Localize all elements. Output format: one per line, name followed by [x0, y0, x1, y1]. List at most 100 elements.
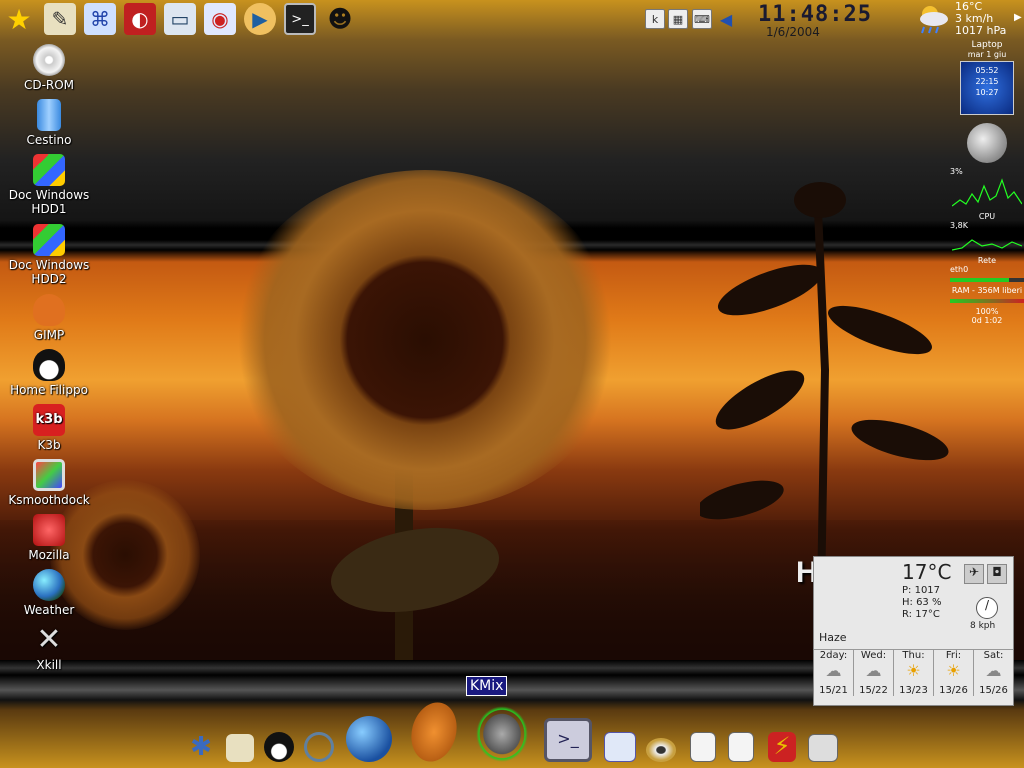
desktop-icon-xkill[interactable]: ✕ Xkill [0, 622, 98, 673]
cpu-graph [951, 178, 1023, 207]
forecast-day: 2day: ☁ 15/21 [814, 650, 854, 696]
desktop-icon-label: Mozilla [28, 548, 70, 562]
sunflower [230, 170, 620, 510]
wx-pressure: P: 1017 [902, 585, 941, 596]
document-icon[interactable] [728, 732, 754, 762]
camera-icon[interactable]: ◘ [987, 564, 1007, 584]
printer-icon[interactable] [808, 734, 838, 762]
bottom-dock: ✱ >_ ⚡ [180, 697, 840, 768]
user-tools-icon[interactable]: ✎ [44, 3, 76, 35]
desktop-icon-weather[interactable]: Weather [0, 569, 98, 617]
tux-alien-icon[interactable]: ☻ [324, 3, 356, 35]
desktop-icon-trash[interactable]: Cestino [0, 99, 98, 147]
kde-gear-icon[interactable]: ✱ [186, 732, 216, 762]
forecast-day-label: Fri: [945, 650, 962, 661]
clock[interactable]: 11:48:25 [758, 2, 872, 27]
desktop-icon-label: Ksmoothdock [8, 493, 90, 507]
battery-bar [950, 299, 1024, 303]
weather-readout: 16°C 3 km/h 1017 hPa [955, 1, 1006, 37]
wx-wind: 8 kph [970, 621, 996, 631]
calendar-icon[interactable]: ▦ [668, 9, 688, 29]
desktop-icon-label: K3b [37, 438, 61, 452]
desktop-icon-cdrom[interactable]: CD-ROM [0, 44, 98, 92]
sun-cloud-icon: ☀ [906, 661, 921, 680]
moon-icon[interactable] [967, 123, 1007, 163]
wx-humidity: H: 63 % [902, 597, 942, 608]
tux-home-icon [33, 349, 65, 381]
cpu-label: CPU [978, 212, 996, 221]
speaker-icon[interactable]: ◀ [716, 9, 736, 29]
gimp-icon [33, 294, 65, 326]
network-icon[interactable]: ⌘ [84, 3, 116, 35]
calendar-globe-icon[interactable] [604, 732, 636, 762]
system-monitor-sidebar: Laptop mar 1 giu 05:52 22:15 10:27 3% CP… [950, 40, 1024, 360]
desktop-icon-ksmoothdock[interactable]: Ksmoothdock [0, 459, 98, 507]
search-icon[interactable] [304, 732, 334, 762]
forecast-range: 15/21 [819, 685, 848, 696]
battery-pct: 100% [975, 307, 999, 316]
network-globe-icon[interactable] [346, 716, 392, 762]
forecast-range: 15/22 [859, 685, 888, 696]
forecast-day-label: 2day: [819, 650, 848, 661]
mozilla-icon[interactable]: ◐ [124, 3, 156, 35]
forecast-day-label: Sat: [983, 650, 1004, 661]
chart-icon[interactable] [690, 732, 716, 762]
plane-icon[interactable]: ✈ [964, 564, 984, 584]
monitor-terminal-icon[interactable]: >_ [544, 718, 592, 762]
media-player-icon[interactable]: ▶ [244, 3, 276, 35]
day-label: mar 1 giu [967, 50, 1007, 59]
forecast-day: Fri: ☀ 13/26 [934, 650, 974, 696]
speaker-wifi-icon[interactable] [476, 706, 528, 762]
xkill-icon: ✕ [36, 622, 62, 657]
rain-icon: ☁ [865, 661, 882, 680]
tux-icon[interactable] [264, 732, 294, 762]
forecast-day: Thu: ☀ 13/23 [894, 650, 934, 696]
forecast-day-label: Thu: [902, 650, 925, 661]
forecast-day-label: Wed: [860, 650, 887, 661]
desktop-icon-label: Cestino [26, 133, 72, 147]
kde-star-icon[interactable]: ★ [3, 3, 35, 36]
rain-icon: ☁ [825, 661, 842, 680]
user-tools-icon[interactable] [226, 734, 254, 762]
date: 1/6/2004 [766, 25, 820, 39]
desktop-icon-label: CD-ROM [23, 78, 75, 92]
desktop-icon-k3b[interactable]: k3b K3b [0, 404, 98, 452]
desktop-icon-gimp[interactable]: GIMP [0, 294, 98, 342]
remote-desktop-icon[interactable]: ◉ [204, 3, 236, 35]
forecast-range: 15/26 [979, 685, 1008, 696]
terminal-icon[interactable]: >_ [284, 3, 316, 35]
net-value: 3,8K [950, 221, 968, 230]
mem-label: RAM - 356M liberi [951, 286, 1023, 295]
desktop-icon-hdd2[interactable]: Doc Windows HDD2 [0, 224, 98, 286]
coffee-bean-icon[interactable] [404, 697, 464, 767]
keyboard-icon[interactable]: ⌨ [692, 9, 712, 29]
weather-widget[interactable]: 17°C ✈ ◘ P: 1017 H: 63 % R: 17°C / 8 kph… [813, 556, 1014, 706]
rain-cloud-icon[interactable] [916, 4, 950, 34]
eye-icon[interactable] [646, 738, 676, 762]
forecast-day: Wed: ☁ 15/22 [854, 650, 894, 696]
cpu-pct: 3% [950, 167, 963, 176]
desktop-icon-home[interactable]: Home Filippo [0, 349, 98, 397]
wx-realfeel: R: 17°C [902, 609, 940, 620]
desktop-icon-label: Xkill [36, 658, 62, 672]
panel-arrow-icon[interactable]: ▶ [1014, 12, 1022, 23]
clipboard-icon[interactable]: k [645, 9, 665, 29]
desktop-icon-mozilla[interactable]: Mozilla [0, 514, 98, 562]
sun-cloud-icon: ☀ [946, 661, 961, 680]
uptime: 0d 1:02 [971, 316, 1003, 325]
desktop-icon-hdd1[interactable]: Doc Windows HDD1 [0, 154, 98, 216]
net-graph [951, 239, 1023, 251]
top-panel: ★ ✎ ⌘ ◐ ▭ ◉ ▶ >_ ☻ k ▦ ⌨ ◀ 11:48:25 1/6/… [0, 0, 1024, 40]
forecast-range: 13/23 [899, 685, 928, 696]
windows-drive-icon [33, 224, 65, 256]
sun-times-widget[interactable]: 05:52 22:15 10:27 [960, 61, 1014, 115]
ether-label: eth0 [950, 265, 969, 274]
desktop-icon-label: GIMP [33, 328, 65, 342]
monitor-icon[interactable]: ▭ [164, 3, 196, 35]
desktop-icon-label: Home Filippo [10, 383, 88, 397]
compass-icon: / [976, 597, 998, 619]
cdrom-icon [33, 44, 65, 76]
sunset-time: 22:15 [975, 77, 999, 86]
sunrise-time: 05:52 [975, 66, 999, 75]
flash-icon[interactable]: ⚡ [768, 732, 796, 762]
